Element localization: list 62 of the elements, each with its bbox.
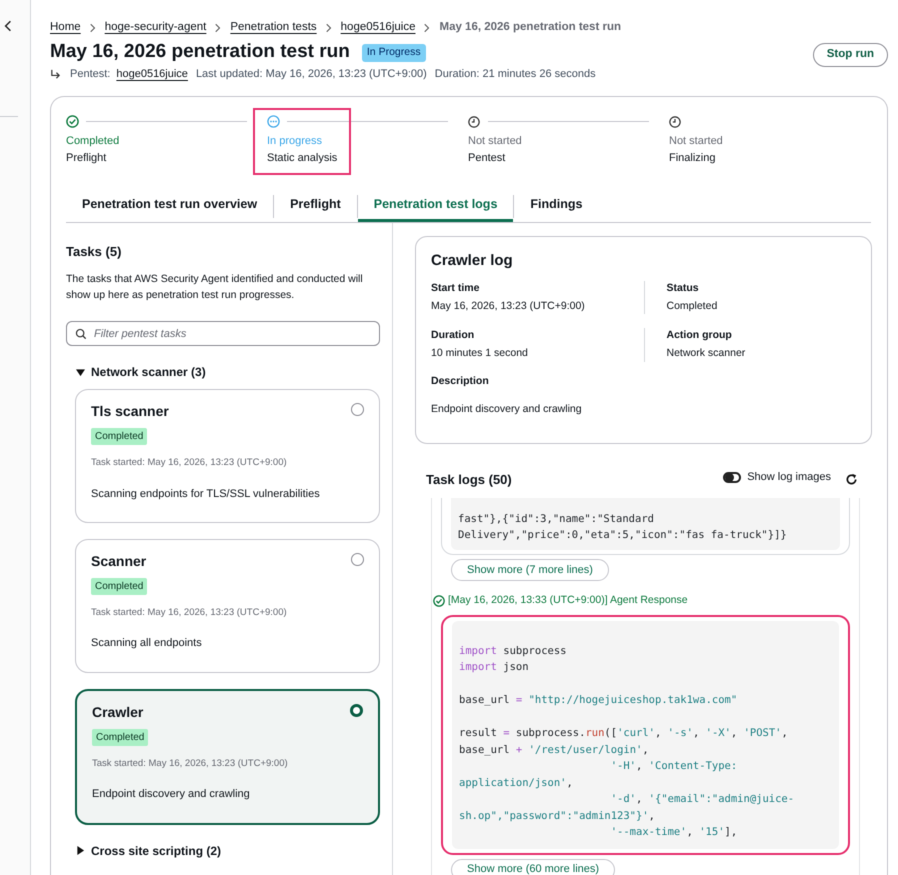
field-value: May 16, 2026, 13:23 (UTC+9:00) bbox=[431, 298, 586, 314]
toggle-label: Show log images bbox=[747, 470, 831, 485]
breadcrumb-link[interactable]: hoge0516juice bbox=[340, 19, 416, 37]
task-name: Scanner bbox=[91, 552, 146, 571]
task-started-text: Task started: May 16, 2026, 13:23 (UTC+9:00) bbox=[91, 456, 288, 470]
log-entry-header: [May 16, 2026, 13:33 (UTC+9:00)] Agent Response bbox=[448, 592, 688, 608]
task-name: Crawler bbox=[92, 702, 144, 722]
task-started-text: Task started: May 16, 2026, 13:23 (UTC+9:00) bbox=[92, 756, 289, 771]
show-more-button[interactable]: Show more (7 more lines) bbox=[451, 558, 609, 581]
show-more-button[interactable]: Show more (60 more lines) bbox=[451, 858, 616, 875]
tab[interactable]: Preflight bbox=[274, 190, 357, 222]
field-value: Completed bbox=[666, 298, 718, 314]
tab[interactable]: Penetration test logs bbox=[358, 190, 514, 222]
field-label: Action group bbox=[666, 328, 733, 344]
task-logs-title: Task logs (50) bbox=[426, 471, 512, 490]
field-value: Endpoint discovery and crawling bbox=[431, 402, 583, 416]
step-label: Finalizing bbox=[669, 151, 716, 166]
filter-field[interactable]: Filter pentest tasks bbox=[66, 321, 380, 346]
tab[interactable]: Findings bbox=[514, 190, 598, 222]
code-block: fast"},{"id":3,"name":"Standard Delivery","price":0,"eta":5,"icon":"fas fa-truck"}]} bbox=[451, 498, 840, 550]
field-label: Start time bbox=[431, 280, 480, 296]
step-status: Not started bbox=[468, 134, 522, 148]
step-status: In progress bbox=[267, 134, 324, 148]
task-started-text: Task started: May 16, 2026, 13:23 (UTC+9:00) bbox=[91, 606, 288, 620]
breadcrumb-link[interactable]: Home bbox=[50, 19, 81, 37]
duration-text: Duration: 21 minutes 26 seconds bbox=[434, 67, 596, 82]
step-status: Completed bbox=[66, 134, 120, 148]
stop-run-button[interactable]: Stop run bbox=[812, 43, 888, 67]
task-description: Endpoint discovery and crawling bbox=[92, 787, 251, 802]
card-title: Crawler log bbox=[431, 251, 514, 272]
completed-badge: Completed bbox=[91, 428, 148, 446]
task-card[interactable]: Scanner Completed Task started: May 16, 2026, 13:23 (UTC+9:00) Scanning all endpoints bbox=[75, 539, 380, 673]
breadcrumb-current: May 16, 2026 penetration test run bbox=[439, 20, 621, 36]
task-description: Scanning endpoints for TLS/SSL vulnerabilities bbox=[91, 486, 321, 502]
breadcrumb-link[interactable]: hoge-security-agent bbox=[104, 19, 206, 37]
pentest-label: Pentest: bbox=[70, 67, 110, 82]
field-value: 10 minutes 1 second bbox=[431, 346, 529, 361]
breadcrumb-link[interactable]: Penetration tests bbox=[230, 19, 317, 37]
page-title: May 16, 2026 penetration test run bbox=[50, 40, 350, 64]
completed-badge: Completed bbox=[91, 578, 148, 595]
pentest-link[interactable]: hoge0516juice bbox=[116, 66, 188, 82]
step-label: Preflight bbox=[66, 151, 108, 166]
tasks-description: The tasks that AWS Security Agent identified and conducted will show up here as penetration test run progresses. bbox=[66, 272, 364, 303]
tab[interactable]: Penetration test run overview bbox=[66, 190, 274, 222]
task-name: Tls scanner bbox=[91, 402, 169, 422]
code-block: import subprocess import json base_url = "http://hogejuiceshop.tak1wa.com" result = subprocess.run(['curl', '-s', '-X', 'POST', base_url + '/rest/user/login', '-H', 'Content-Type: application/json', '-d', '{"email":"admin@juice- sh.op","password":"admin123"}', '--max-time', '15'], bbox=[452, 620, 839, 848]
step-label: Static analysis bbox=[267, 151, 338, 166]
status-badge: In Progress bbox=[362, 44, 426, 62]
field-label: Duration bbox=[431, 328, 476, 344]
tasks-title: Tasks (5) bbox=[66, 243, 122, 262]
task-card[interactable]: Crawler Completed Task started: May 16, 2026, 13:23 (UTC+9:00) Endpoint discovery and crawling bbox=[75, 688, 380, 824]
group-toggle[interactable]: Network scanner (3) bbox=[76, 363, 206, 382]
last-updated-text: Last updated: May 16, 2026, 13:23 (UTC+9:00) bbox=[196, 67, 427, 82]
field-value: Network scanner bbox=[666, 346, 746, 361]
field-label: Status bbox=[666, 280, 700, 296]
group-toggle[interactable]: Cross site scripting (2) bbox=[76, 842, 222, 860]
task-card[interactable]: Tls scanner Completed Task started: May 16, 2026, 13:23 (UTC+9:00) Scanning endpoints for TLS/SSL vulnerabilities bbox=[75, 389, 380, 523]
step-status: Not started bbox=[669, 134, 723, 148]
task-description: Scanning all endpoints bbox=[91, 636, 203, 652]
field-label: Description bbox=[431, 374, 490, 389]
step-label: Pentest bbox=[468, 151, 506, 166]
completed-badge: Completed bbox=[92, 728, 148, 746]
